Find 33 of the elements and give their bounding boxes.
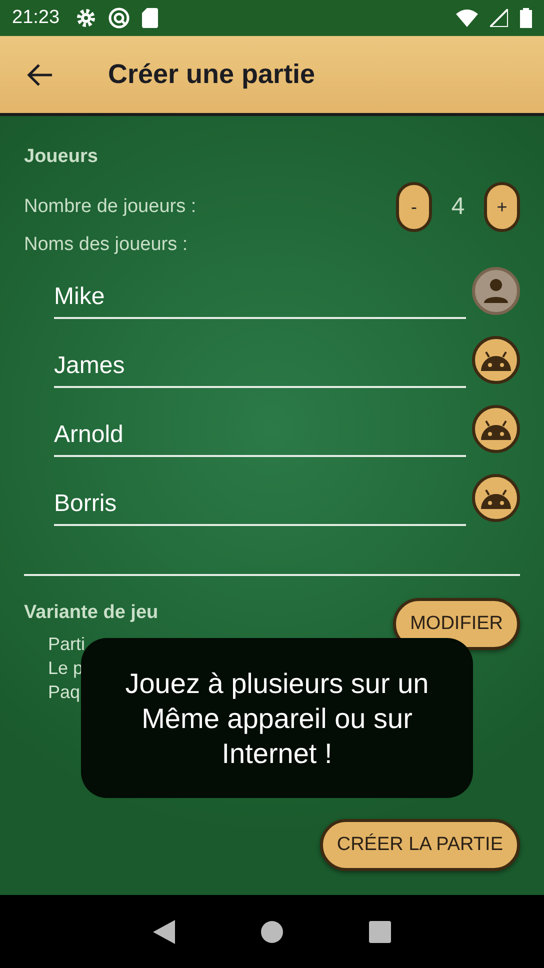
sd-card-icon [142,8,158,28]
player-name-field[interactable]: James [54,344,466,388]
variant-heading: Variante de jeu [24,602,158,624]
player-count: 4 [450,193,466,221]
player-count-label: Nombre de joueurs : [24,196,196,218]
human-avatar-button[interactable] [472,266,520,314]
player-name-field[interactable]: Mike [54,274,466,318]
status-time: 21:23 [12,7,60,29]
increment-button[interactable]: + [484,182,520,232]
person-icon [482,276,510,304]
variant-rule-text: Paq [48,681,80,704]
wifi-icon [456,9,478,27]
screen-title: Créer une partie [108,59,316,90]
create-game-button[interactable]: CRÉER LA PARTIE [320,819,520,871]
decrement-button[interactable]: - [396,182,432,232]
signal-icon [490,9,508,27]
home-circle-icon[interactable] [261,920,283,942]
bot-avatar-button[interactable] [472,474,520,522]
players-heading: Joueurs [24,146,99,168]
battery-icon [520,8,532,28]
bot-avatar-button[interactable] [472,336,520,384]
player-names-label: Noms des joueurs : [24,234,189,256]
recents-square-icon[interactable] [369,920,391,942]
player-name-field[interactable]: Arnold [54,412,466,456]
gear-icon [76,8,96,28]
circle-logo-icon [108,7,130,29]
back-triangle-icon[interactable] [153,920,175,944]
back-arrow-icon[interactable] [26,62,54,86]
android-robot-icon [479,348,513,370]
player-name-field[interactable]: Borris [54,482,466,526]
bot-avatar-button[interactable] [472,404,520,452]
android-robot-icon [479,486,513,508]
android-robot-icon [479,418,513,440]
